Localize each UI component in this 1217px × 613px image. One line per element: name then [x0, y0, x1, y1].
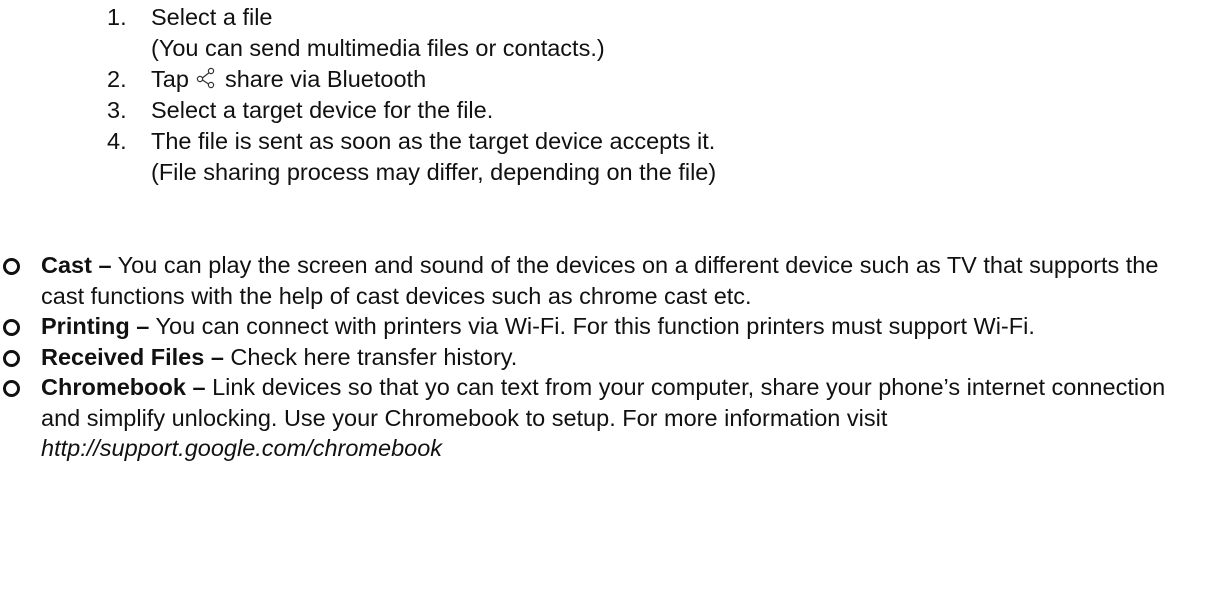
step-item: 4. The file is sent as soon as the targe…: [107, 126, 1187, 188]
feature-description: You can play the screen and sound of the…: [41, 252, 1159, 309]
connection-features-list: Cast – You can play the screen and sound…: [0, 250, 1200, 464]
step-number: 3.: [107, 97, 127, 123]
ring-bullet-icon: [3, 319, 20, 336]
feature-description: Link devices so that yo can text from yo…: [41, 374, 1166, 431]
feature-term: Received Files –: [41, 343, 224, 370]
step-number: 1.: [107, 4, 127, 30]
share-icon: [197, 67, 215, 89]
feature-item-received-files: Received Files – Check here transfer his…: [0, 342, 1200, 373]
ring-bullet-icon: [3, 380, 20, 397]
step-number: 2.: [107, 66, 127, 92]
feature-item-chromebook: Chromebook – Link devices so that yo can…: [0, 372, 1200, 464]
document-page: 1. Select a file (You can send multimedi…: [0, 0, 1217, 613]
step-item: 3. Select a target device for the file.: [107, 95, 1187, 126]
step-note: (File sharing process may differ, depend…: [151, 159, 717, 185]
ring-bullet-icon: [3, 258, 20, 275]
feature-item-cast: Cast – You can play the screen and sound…: [0, 250, 1200, 311]
ring-bullet-icon: [3, 349, 20, 367]
step-text-after: share via Bluetooth: [224, 66, 427, 92]
feature-item-printing: Printing – You can connect with printers…: [0, 311, 1200, 342]
step-item: 2. Tap share via Bluetooth: [107, 64, 1187, 95]
step-note: (You can send multimedia files or contac…: [151, 35, 605, 61]
feature-term: Cast –: [41, 252, 112, 278]
step-text: Select a target device for the file.: [151, 97, 494, 123]
feature-description: You can connect with printers via Wi-Fi.…: [155, 313, 1035, 339]
step-number: 4.: [107, 128, 127, 154]
step-text: The file is sent as soon as the target d…: [151, 128, 716, 154]
feature-description: Check here transfer history.: [230, 343, 518, 370]
support-link[interactable]: http://support.google.com/chromebook: [41, 435, 442, 461]
step-text: Select a file: [151, 4, 273, 30]
step-item: 1. Select a file (You can send multimedi…: [107, 2, 1187, 64]
bluetooth-steps-list: 1. Select a file (You can send multimedi…: [107, 2, 1187, 188]
feature-term: Chromebook –: [41, 374, 206, 400]
feature-term: Printing –: [41, 313, 150, 339]
step-text-before: Tap: [151, 66, 189, 92]
